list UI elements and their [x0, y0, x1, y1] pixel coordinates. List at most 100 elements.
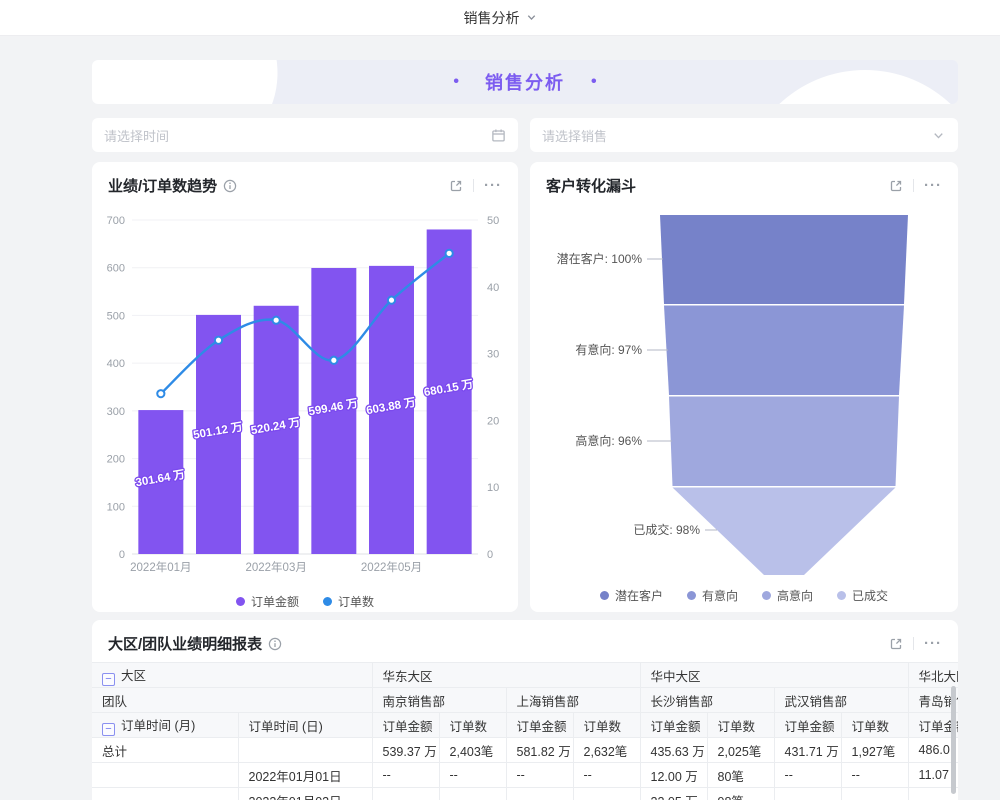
svg-text:400: 400 — [107, 358, 125, 370]
page-banner: • 销售分析 • — [92, 60, 958, 104]
table-cell — [238, 738, 372, 763]
funnel-stage-label: 高意向: 96% — [575, 433, 642, 448]
table-cell: 2022年01月01日 — [238, 763, 372, 788]
funnel-chart-canvas[interactable]: 潜在客户: 100%有意向: 97%高意向: 96%已成交: 98% — [530, 202, 958, 585]
banner-decoration-right — [740, 70, 958, 104]
table-row: 总计539.37 万2,403笔581.82 万2,632笔435.63 万2,… — [92, 738, 958, 763]
funnel-stage-高意向 — [669, 397, 899, 487]
table-cell: 2,025笔 — [707, 738, 774, 763]
svg-text:0: 0 — [119, 549, 125, 561]
header-divider — [913, 179, 914, 192]
table-cell: 总计 — [92, 738, 238, 763]
expand-icon[interactable] — [449, 179, 463, 193]
table-header-cell: 南京销售部 — [372, 688, 506, 713]
svg-text:2022年01月: 2022年01月 — [130, 560, 191, 574]
table-cell: 22.05 万 — [640, 788, 707, 800]
more-icon[interactable]: ··· — [924, 639, 942, 649]
table-cell — [92, 788, 238, 800]
funnel-stage-有意向 — [664, 306, 904, 396]
trend-chart-card: 业绩/订单数趋势 ··· 01002003004005006 — [92, 162, 518, 612]
table-card-header: 大区/团队业绩明细报表 ··· — [92, 620, 958, 660]
funnel-chart-legend[interactable]: 潜在客户 有意向 高意向 已成交 — [530, 587, 958, 604]
table-cell: 431.71 万 — [774, 738, 841, 763]
svg-text:2022年03月: 2022年03月 — [245, 560, 306, 574]
table-header-cell: 订单金额 — [774, 713, 841, 738]
svg-text:20: 20 — [487, 415, 499, 427]
table-cell — [506, 788, 573, 800]
trend-card-title: 业绩/订单数趋势 — [108, 175, 217, 196]
legend-item[interactable]: 已成交 — [837, 587, 888, 604]
table-cell: -- — [506, 763, 573, 788]
table-cell: -- — [841, 763, 908, 788]
legend-item[interactable]: 订单金额 — [236, 593, 299, 610]
banner-decoration-left — [92, 60, 312, 104]
more-icon[interactable]: ··· — [484, 181, 502, 191]
table-header-cell: 订单数 — [707, 713, 774, 738]
table-cell — [92, 763, 238, 788]
trend-chart-legend[interactable]: 订单金额 订单数 — [92, 593, 518, 610]
sales-select-placeholder: 请选择销售 — [542, 126, 607, 145]
table-header-cell: −大区 — [92, 663, 372, 688]
funnel-chart-card: 客户转化漏斗 ··· 潜在客户: 100%有意向: 97%高意向: 96%已成交… — [530, 162, 958, 612]
table-header-row: −订单时间 (月)订单时间 (日)订单金额订单数订单金额订单数订单金额订单数订单… — [92, 713, 958, 738]
page-title: 销售分析 — [485, 69, 565, 95]
funnel-stage-已成交 — [673, 488, 896, 576]
chevron-down-icon[interactable] — [526, 12, 537, 23]
legend-item[interactable]: 有意向 — [687, 587, 738, 604]
table-cell: 2,632笔 — [573, 738, 640, 763]
top-app-bar: 销售分析 — [0, 0, 1000, 36]
svg-text:300: 300 — [107, 406, 125, 418]
header-divider — [913, 637, 914, 650]
legend-item[interactable]: 高意向 — [762, 587, 813, 604]
legend-dot — [837, 591, 846, 600]
table-cell — [372, 788, 439, 800]
legend-item[interactable]: 潜在客户 — [600, 587, 663, 604]
time-range-picker[interactable]: 请选择时间 — [92, 118, 518, 152]
table-cell — [774, 788, 841, 800]
svg-text:700: 700 — [107, 215, 125, 227]
legend-dot — [236, 597, 245, 606]
svg-text:600: 600 — [107, 263, 125, 275]
funnel-card-title: 客户转化漏斗 — [546, 175, 636, 196]
svg-text:50: 50 — [487, 215, 499, 227]
table-cell: 581.82 万 — [506, 738, 573, 763]
expand-icon[interactable] — [889, 179, 903, 193]
svg-text:0: 0 — [487, 549, 493, 561]
svg-text:2022年05月: 2022年05月 — [361, 560, 422, 574]
legend-dot — [323, 597, 332, 606]
expand-icon[interactable] — [889, 637, 903, 651]
table-vertical-scrollbar[interactable] — [951, 686, 956, 794]
table-header-cell: 订单数 — [573, 713, 640, 738]
page-body: • 销售分析 • 请选择时间 请选择销售 业绩/订单数趋势 — [0, 60, 958, 800]
app-title[interactable]: 销售分析 — [464, 8, 520, 28]
info-icon[interactable] — [223, 179, 237, 193]
legend-item[interactable]: 订单数 — [323, 593, 374, 610]
table-cell — [841, 788, 908, 800]
trend-chart-canvas[interactable]: 010020030040050060070001020304050301.64 … — [92, 202, 518, 591]
filter-row: 请选择时间 请选择销售 — [92, 118, 958, 152]
table-cell: 98笔 — [707, 788, 774, 800]
sales-select[interactable]: 请选择销售 — [530, 118, 958, 152]
table-header-cell: 订单金额 — [506, 713, 573, 738]
funnel-stage-label: 潜在客户: 100% — [557, 251, 643, 266]
trend-chart-svg: 010020030040050060070001020304050301.64 … — [92, 202, 518, 586]
table-header-cell: 华北大区 — [908, 663, 958, 688]
table-header-cell: 长沙销售部 — [640, 688, 774, 713]
funnel-chart-svg: 潜在客户: 100%有意向: 97%高意向: 96%已成交: 98% — [530, 202, 958, 580]
collapse-icon[interactable]: − — [102, 673, 115, 686]
svg-text:30: 30 — [487, 349, 499, 361]
svg-text:10: 10 — [487, 482, 499, 494]
funnel-stage-label: 已成交: 98% — [633, 522, 700, 537]
table-header-cell: −订单时间 (月) — [92, 713, 238, 738]
more-icon[interactable]: ··· — [924, 181, 942, 191]
table-cell: 1,927笔 — [841, 738, 908, 763]
table-header-row: −大区华东大区华中大区华北大区 — [92, 663, 958, 688]
table-cell: 2,403笔 — [439, 738, 506, 763]
collapse-icon[interactable]: − — [102, 723, 115, 736]
svg-text:100: 100 — [107, 501, 125, 513]
table-header-cell: 订单时间 (日) — [238, 713, 372, 738]
info-icon[interactable] — [268, 637, 282, 651]
charts-row: 业绩/订单数趋势 ··· 01002003004005006 — [92, 162, 958, 612]
table-cell: 2022年01月02日 — [238, 788, 372, 800]
legend-dot — [687, 591, 696, 600]
